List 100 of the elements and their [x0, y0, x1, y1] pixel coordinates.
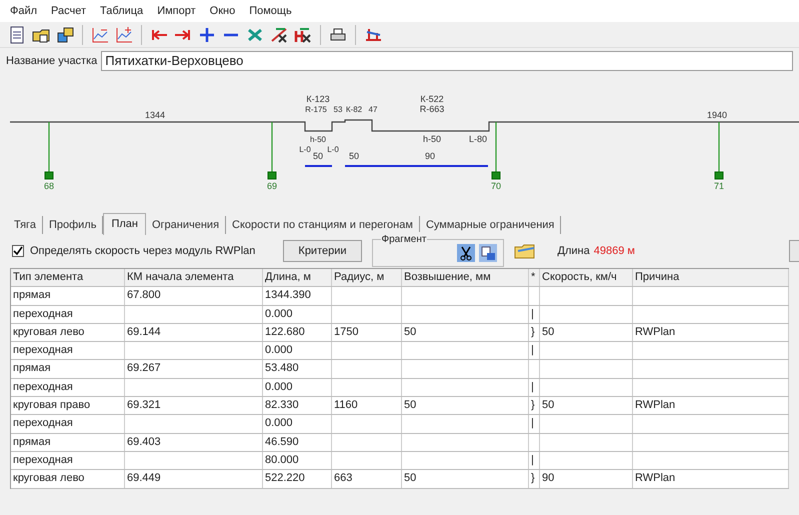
tab[interactable]: План	[103, 213, 146, 235]
table-cell: 90	[540, 470, 633, 488]
table-cell: 82.330	[263, 397, 332, 414]
checkbox-label[interactable]: Определять скорость через модуль RWPlan	[30, 242, 256, 260]
scissors-icon[interactable]	[456, 244, 475, 262]
column-header[interactable]: Причина	[633, 269, 789, 286]
table-cell: 50	[402, 324, 529, 342]
checkbox[interactable]	[12, 245, 24, 257]
table-cell: |	[529, 378, 540, 396]
column-header[interactable]: Длина, м	[263, 269, 332, 286]
table-cell: |	[529, 452, 540, 470]
diagram-label: К-82	[346, 105, 362, 114]
length-label: Длина	[558, 244, 590, 259]
milepost-line	[495, 122, 497, 172]
table-cell: 0.000	[263, 415, 332, 433]
table-cell: переходная	[11, 306, 125, 323]
diagram-label: L-80	[469, 134, 487, 144]
copy-icon[interactable]	[478, 244, 497, 262]
table-cell: переходная	[11, 342, 125, 360]
milepost-marker	[492, 172, 500, 180]
diagram-label: 1344	[144, 110, 166, 120]
column-header[interactable]: *	[529, 269, 540, 286]
table-cell: 69.144	[125, 324, 263, 342]
length-value: 49869 м	[594, 244, 635, 259]
milepost-line	[718, 122, 720, 172]
diagram-label: 47	[368, 105, 378, 114]
milepost-marker	[44, 172, 54, 180]
table-cell: |	[529, 415, 540, 433]
table-cell: 53.480	[263, 360, 332, 378]
chart-add-icon[interactable]	[115, 26, 133, 44]
plus-icon[interactable]	[198, 26, 216, 44]
folder-icon[interactable]	[514, 242, 536, 260]
chart-delete-icon[interactable]	[270, 26, 288, 44]
table-cell: 67.800	[125, 287, 263, 305]
table-cell: |	[529, 342, 540, 360]
column-header[interactable]: Тип элемента	[11, 269, 125, 286]
table-cell: 69.321	[125, 397, 263, 414]
diagram-label: L-0	[327, 145, 339, 154]
menu-item[interactable]: Таблица	[100, 2, 144, 20]
table-cell: 80.000	[263, 452, 332, 470]
folders-icon[interactable]	[56, 26, 74, 44]
menu-item[interactable]: Окно	[210, 2, 236, 20]
table-cell: 50	[540, 324, 633, 342]
table-cell: 46.590	[263, 434, 332, 451]
column-header[interactable]: Скорость, км/ч	[540, 269, 633, 286]
diagram-label: К-522	[420, 94, 444, 104]
diagram-label: R-663	[420, 104, 444, 114]
table-cell: 69.449	[125, 470, 263, 488]
table-cell: }	[529, 397, 540, 414]
table-cell: 122.680	[263, 324, 332, 342]
diagram-label: 68	[44, 181, 54, 191]
menu-item[interactable]: Импорт	[157, 2, 196, 20]
table-cell: 0.000	[263, 378, 332, 396]
tab[interactable]: Ограничения	[146, 216, 226, 234]
table-cell: 0.000	[263, 306, 332, 323]
diagram-label: 90	[425, 151, 435, 161]
table-cell: круговая право	[11, 397, 125, 414]
diagram-label: 50	[349, 151, 359, 161]
milepost-marker	[714, 172, 724, 180]
table-cell: 1344.390	[263, 287, 332, 305]
table-cell: прямая	[11, 287, 125, 305]
diagram-label: L-0	[299, 145, 311, 154]
column-header[interactable]: Радиус, м	[332, 269, 402, 286]
diagram-label: 50	[313, 151, 323, 161]
table-cell: 522.220	[263, 470, 332, 488]
milepost-line	[271, 122, 273, 172]
table-cell: 69.267	[125, 360, 263, 378]
menu-item[interactable]: Файл	[10, 2, 38, 20]
diagram-label: h-50	[310, 135, 326, 144]
diagram-label: R-175	[305, 105, 327, 114]
document-icon[interactable]	[8, 26, 26, 44]
table-cell: 50	[402, 397, 529, 414]
column-header[interactable]: КМ начала элемента	[125, 269, 263, 286]
table-cell: 663	[332, 470, 402, 488]
table-cell: 50	[402, 470, 529, 488]
diagram-label: 53	[334, 105, 342, 114]
chart-remove-icon[interactable]	[91, 26, 109, 44]
table-cell: }	[529, 470, 540, 488]
tab[interactable]: Тяга	[8, 216, 43, 234]
diagram-label: 70	[491, 181, 501, 191]
diagram-label: h-50	[423, 134, 441, 144]
criteria-button[interactable]: Критерии	[283, 240, 362, 262]
column-header[interactable]: Возвышение, мм	[402, 269, 529, 286]
table-cell: RWPlan	[633, 470, 789, 488]
menu-item[interactable]: Помощь	[249, 2, 292, 20]
table-delete-icon[interactable]	[294, 26, 312, 44]
milepost-marker	[268, 172, 276, 180]
table-cell: прямая	[11, 434, 125, 451]
menu-item[interactable]: Расчет	[51, 2, 86, 20]
table-cell: 50	[540, 397, 633, 414]
diagram-label: 71	[714, 181, 724, 191]
printer-icon[interactable]	[329, 26, 347, 44]
field-label: Название участка	[6, 54, 98, 69]
table-cell: RWPlan	[633, 324, 789, 342]
table-cell: переходная	[11, 415, 125, 433]
section-name-field[interactable]: Пятихатки-Верховцево	[101, 51, 793, 71]
milepost-line	[48, 122, 50, 172]
diagram-label: К-123	[306, 94, 330, 104]
table-cell: круговая лево	[11, 470, 125, 488]
group-title: Фрагмент	[380, 232, 428, 247]
